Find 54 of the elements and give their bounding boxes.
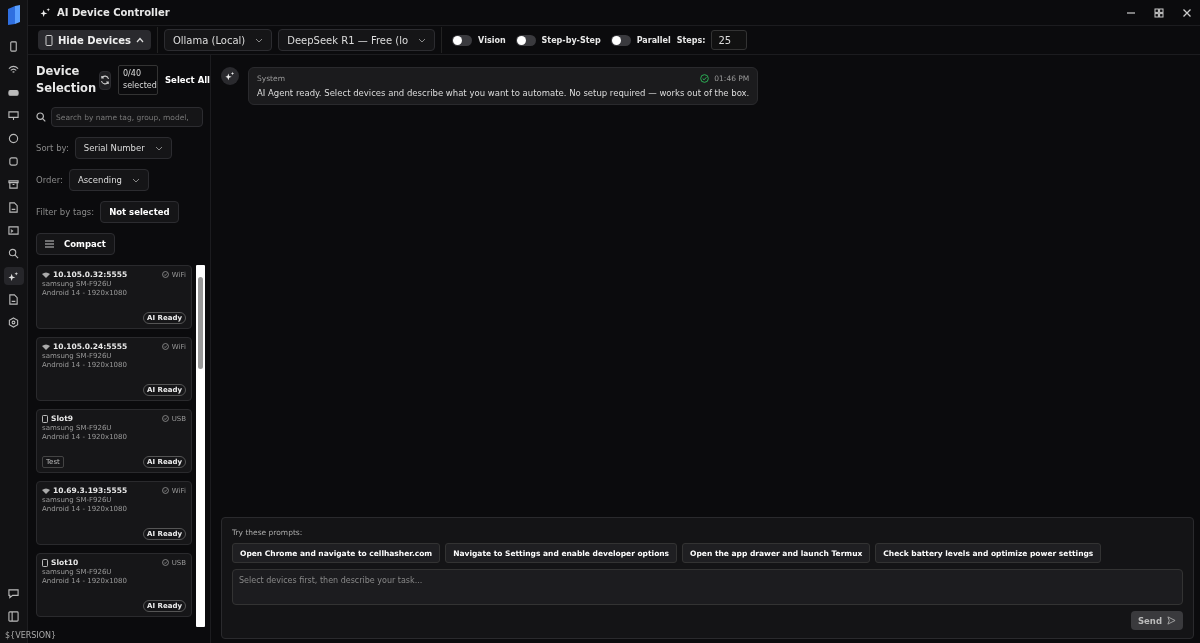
order-label: Order: — [36, 175, 63, 185]
model-dropdown[interactable]: DeepSeek R1 — Free (lo — [278, 29, 436, 51]
caret-icon — [135, 37, 144, 43]
sort-dropdown[interactable]: Serial Number — [74, 137, 172, 159]
toggle-label: Step-by-Step — [541, 35, 601, 45]
hide-devices-button[interactable]: Hide Devices — [38, 30, 151, 50]
toggle-switch[interactable] — [610, 34, 631, 46]
order-dropdown[interactable]: Ascending — [68, 169, 149, 191]
sort-label: Sort by: — [36, 143, 69, 153]
send-button[interactable]: Send — [1130, 611, 1183, 630]
check-circle-icon — [161, 271, 169, 278]
toggle-switch[interactable] — [452, 34, 473, 46]
app-logo-icon — [6, 4, 21, 26]
phone-icon — [42, 414, 48, 423]
check-circle-icon — [161, 487, 169, 494]
provider-dropdown[interactable]: Ollama (Local) — [163, 29, 273, 51]
check-circle-icon — [700, 74, 710, 83]
wifi-icon — [42, 343, 50, 350]
toggle-label: Vision — [478, 35, 506, 45]
steps-input[interactable]: 25 — [711, 30, 748, 50]
steps-label: Steps: — [676, 35, 706, 45]
caret-icon — [131, 177, 140, 183]
task-input[interactable]: Select devices first, then describe your task... — [232, 569, 1183, 605]
caret-icon — [154, 145, 163, 151]
refresh-icon — [100, 75, 110, 85]
sparkle-icon — [221, 67, 239, 85]
grid-icon[interactable] — [1154, 7, 1164, 18]
wifi-icon — [42, 487, 50, 494]
select-all-button[interactable]: Select All — [165, 75, 211, 85]
menu-icon — [45, 240, 54, 248]
phone-icon — [42, 558, 48, 567]
close-icon[interactable] — [1182, 7, 1192, 18]
toggle-switch[interactable] — [515, 34, 536, 46]
check-circle-icon — [161, 415, 169, 422]
search-icon — [36, 112, 46, 122]
window-title: AI Device Controller — [57, 7, 170, 18]
caret-icon — [255, 37, 264, 43]
check-circle-icon — [161, 559, 169, 566]
sparkle-icon[interactable] — [3, 267, 24, 285]
phone-icon — [45, 34, 53, 46]
wifi-icon — [42, 271, 50, 278]
caret-icon — [418, 37, 427, 43]
toggle-label: Parallel — [636, 35, 671, 45]
send-icon — [1167, 616, 1176, 625]
message-text: AI Agent ready. Select devices and describe what you want to automate. No setup required — works out of the box. — [257, 88, 750, 98]
refresh-button[interactable] — [99, 70, 111, 90]
selected-count: 0/40 selected — [118, 65, 158, 95]
version-label: ${VERSION} — [5, 631, 57, 640]
sparkle-icon — [40, 7, 51, 18]
tag-filter-dropdown[interactable]: Not selected — [100, 201, 179, 223]
scrollbar[interactable] — [196, 265, 205, 627]
compact-view-button[interactable]: Compact — [36, 233, 115, 255]
check-circle-icon — [161, 343, 169, 350]
filter-label: Filter by tags: — [36, 207, 95, 217]
